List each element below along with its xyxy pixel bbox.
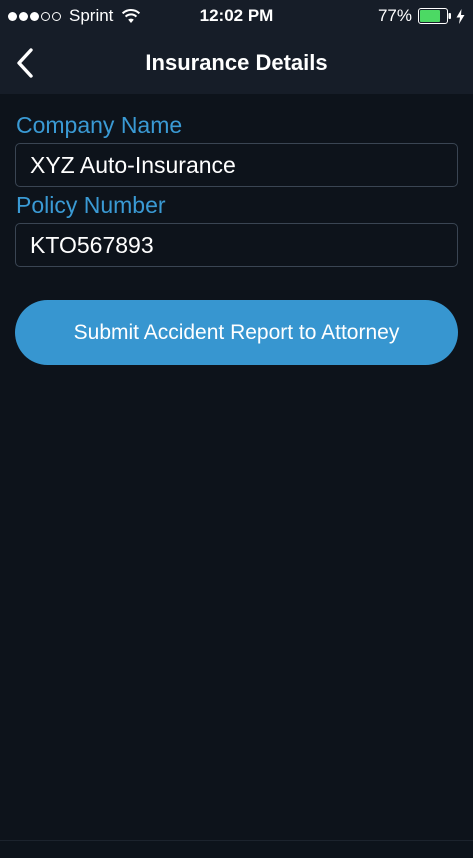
company-name-input[interactable]	[15, 143, 458, 187]
submit-report-button[interactable]: Submit Accident Report to Attorney	[15, 300, 458, 365]
status-bar: Sprint 12:02 PM 77%	[0, 0, 473, 32]
policy-number-input[interactable]	[15, 223, 458, 267]
company-name-label: Company Name	[16, 112, 183, 138]
policy-number-label: Policy Number	[16, 192, 166, 218]
charging-bolt-icon	[456, 8, 465, 24]
battery-percent: 77%	[377, 6, 412, 25]
status-right: 77%	[378, 6, 465, 26]
page-title: Insurance Details	[145, 50, 328, 75]
bottom-divider	[0, 840, 473, 841]
battery-icon	[418, 8, 451, 24]
nav-bar: Insurance Details	[0, 32, 473, 94]
